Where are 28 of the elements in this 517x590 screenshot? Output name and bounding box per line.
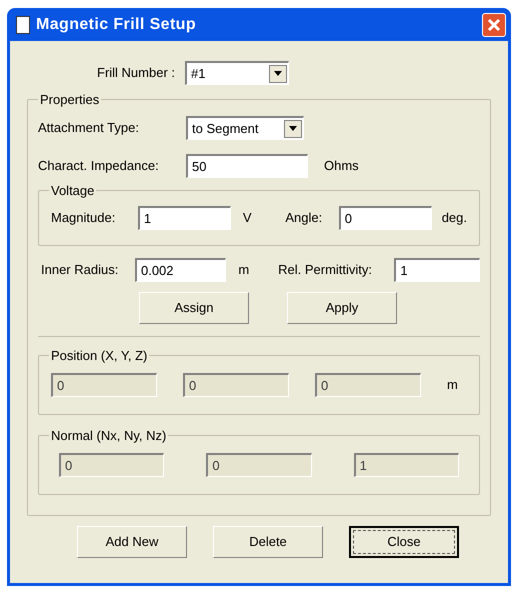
input-field[interactable]: 50 [186, 154, 308, 178]
unit-label: deg. [442, 209, 468, 228]
input-field[interactable]: 1 [394, 258, 480, 282]
dialog-button[interactable]: Assign [139, 292, 249, 324]
field-label: Rel. Permittivity: [278, 261, 374, 280]
close-icon [487, 18, 501, 32]
field-label: Charact. Impedance: [38, 157, 160, 176]
unit-label: m [238, 261, 250, 280]
unit-label: Ohms [324, 157, 359, 176]
dropdown[interactable]: #1 [185, 61, 290, 85]
dropdown[interactable]: to Segment [186, 116, 304, 140]
window-title: Magnetic Frill Setup [36, 14, 198, 34]
input-field[interactable]: 0 [338, 206, 432, 230]
field-label: Frill Number : [97, 64, 176, 82]
field-label: Inner Radius: [41, 261, 120, 280]
dialog-button[interactable]: Close [349, 526, 459, 558]
close-button[interactable] [482, 12, 506, 36]
dialog-button[interactable]: Delete [213, 526, 323, 558]
input-field[interactable]: 1 [138, 206, 231, 230]
dialog-button[interactable]: Apply [287, 292, 397, 324]
field-label: Angle: [285, 209, 324, 228]
app-icon [16, 16, 30, 34]
unit-label: V [242, 209, 253, 228]
dialog-button[interactable]: Add New [77, 526, 187, 558]
unit-label: m [447, 376, 458, 394]
field-label: Magnitude: [51, 209, 116, 228]
input-field[interactable]: 0.002 [134, 258, 226, 282]
field-label: Attachment Type: [38, 119, 140, 138]
